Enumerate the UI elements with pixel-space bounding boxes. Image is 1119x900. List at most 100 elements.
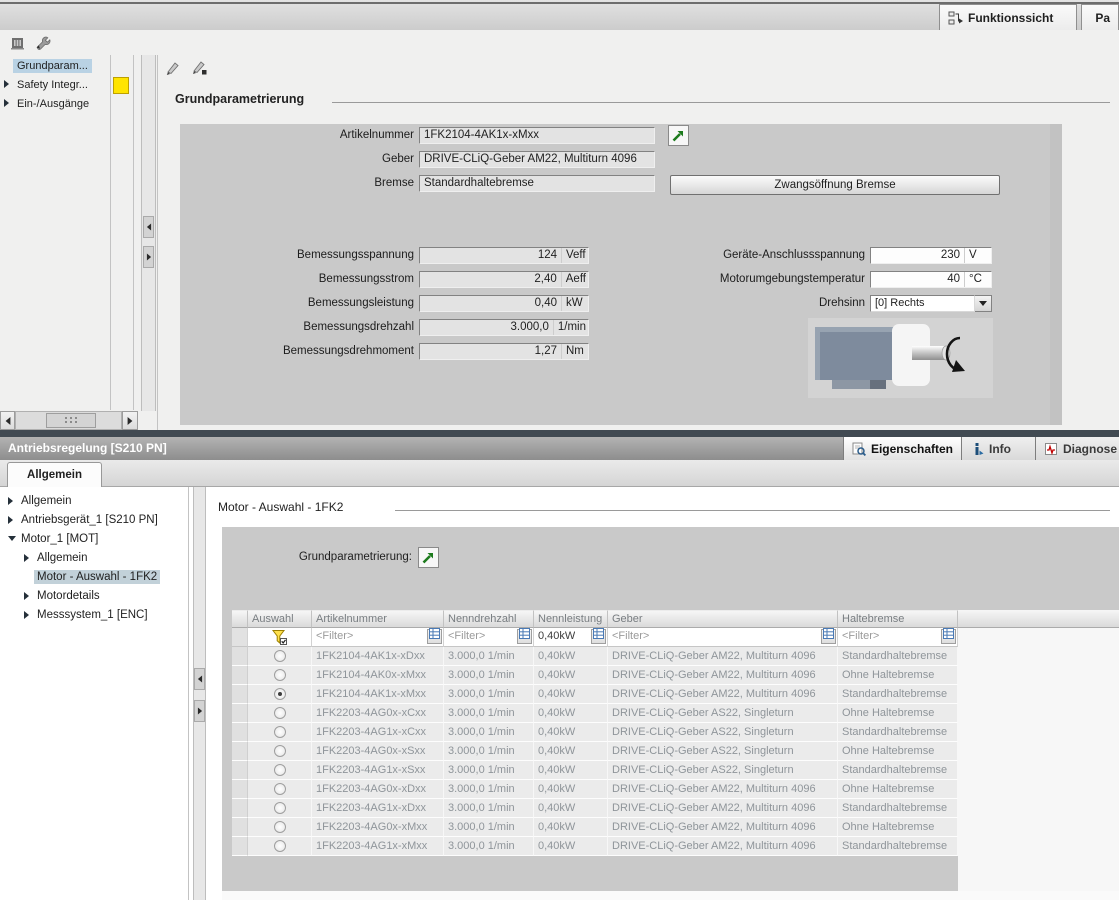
tree-arrow-icon[interactable] <box>24 592 34 600</box>
table-row[interactable]: 1FK2104-4AK1x-xDxx3.000,0 1/min0,40kWDRI… <box>232 647 958 666</box>
rated-value-value-box[interactable]: 2,40Aeff <box>419 271 589 288</box>
field-value-box[interactable]: DRIVE-CLiQ-Geber AM22, Multiturn 4096 <box>419 151 655 168</box>
cell-auswahl[interactable] <box>248 647 312 666</box>
cell-auswahl[interactable] <box>248 723 312 742</box>
tab-parametersicht[interactable]: Pa <box>1081 4 1119 30</box>
inspector-splitter[interactable] <box>193 487 206 900</box>
function-nav-splitter[interactable] <box>141 55 156 411</box>
inspector-tree-item[interactable]: Messsystem_1 [ENC] <box>0 605 188 624</box>
expand-arrow-icon[interactable] <box>4 98 13 110</box>
jump-to-parameter-button[interactable] <box>668 125 689 146</box>
column-header-auswahl[interactable]: Auswahl <box>248 610 312 628</box>
table-row[interactable]: 1FK2203-4AG1x-xMxx3.000,0 1/min0,40kWDRI… <box>232 837 958 856</box>
wrench-icon[interactable] <box>34 34 52 52</box>
table-row[interactable]: 1FK2203-4AG1x-xSxx3.000,0 1/min0,40kWDRI… <box>232 761 958 780</box>
edit-pencil-square-icon[interactable] <box>190 58 208 76</box>
motor-select-radio[interactable] <box>274 764 286 776</box>
scroll-left-button[interactable] <box>0 411 15 430</box>
inspector-tree-item[interactable]: Motordetails <box>0 586 188 605</box>
filter-list-button[interactable] <box>427 629 442 644</box>
rated-value-value-box[interactable]: 1,27Nm <box>419 343 589 360</box>
cell-auswahl[interactable] <box>248 704 312 723</box>
column-header-nennleistung[interactable]: Nennleistung <box>534 610 608 628</box>
rated-value-value-box[interactable]: 3.000,01/min <box>419 319 589 336</box>
filter-haltebremse[interactable]: <Filter> <box>838 628 958 647</box>
inspector-tree-item[interactable]: Motor - Auswahl - 1FK2 <box>0 567 188 586</box>
jump-to-grundparametrierung-button[interactable] <box>418 547 439 568</box>
tree-arrow-icon[interactable] <box>8 536 18 541</box>
tab-allgemein[interactable]: Allgemein <box>7 462 102 487</box>
motor-select-radio[interactable] <box>274 821 286 833</box>
motor-select-radio[interactable] <box>274 726 286 738</box>
motor-select-radio[interactable] <box>274 688 286 700</box>
filter-list-button[interactable] <box>821 629 836 644</box>
cell-auswahl[interactable] <box>248 761 312 780</box>
tree-arrow-icon[interactable] <box>24 611 34 619</box>
expand-tree-button[interactable] <box>194 700 205 722</box>
cell-auswahl[interactable] <box>248 685 312 704</box>
function-nav-item[interactable]: Grundparam... <box>0 56 110 75</box>
function-nav-item[interactable]: Ein-/Ausgänge <box>0 94 110 113</box>
motor-select-radio[interactable] <box>274 707 286 719</box>
filter-list-button[interactable] <box>941 629 956 644</box>
cell-auswahl[interactable] <box>248 818 312 837</box>
drehsinn-dropdown-button[interactable] <box>975 295 992 312</box>
inspector-tree-item[interactable]: Allgemein <box>0 491 188 510</box>
tab-diagnose[interactable]: Diagnose <box>1035 437 1119 460</box>
setting-value-value-box[interactable]: 230V <box>870 247 992 264</box>
drehsinn-dropdown[interactable]: [0] Rechts <box>870 295 992 312</box>
pane-divider[interactable] <box>0 430 1119 437</box>
motor-select-radio[interactable] <box>274 650 286 662</box>
tab-funktionssicht[interactable]: Funktionssicht <box>939 4 1077 30</box>
scrollbar-thumb[interactable] <box>46 413 96 428</box>
brake-force-open-button[interactable]: Zwangsöffnung Bremse <box>670 175 1000 195</box>
filter-artikelnummer[interactable]: <Filter> <box>312 628 444 647</box>
rated-value-value-box[interactable]: 0,40kW <box>419 295 589 312</box>
table-row[interactable]: 1FK2203-4AG0x-xCxx3.000,0 1/min0,40kWDRI… <box>232 704 958 723</box>
inspector-tree-item[interactable]: Antriebsgerät_1 [S210 PN] <box>0 510 188 529</box>
motor-select-radio[interactable] <box>274 840 286 852</box>
scrollbar-track[interactable] <box>15 411 122 430</box>
tab-info[interactable]: Info <box>961 437 1035 460</box>
motor-select-radio[interactable] <box>274 745 286 757</box>
cell-auswahl[interactable] <box>248 799 312 818</box>
table-row[interactable]: 1FK2104-4AK0x-xMxx3.000,0 1/min0,40kWDRI… <box>232 666 958 685</box>
rated-value-value-box[interactable]: 124Veff <box>419 247 589 264</box>
cell-auswahl[interactable] <box>248 837 312 856</box>
table-row[interactable]: 1FK2203-4AG0x-xSxx3.000,0 1/min0,40kWDRI… <box>232 742 958 761</box>
edit-pencil-icon[interactable] <box>163 58 181 76</box>
table-row[interactable]: 1FK2203-4AG0x-xDxx3.000,0 1/min0,40kWDRI… <box>232 780 958 799</box>
cell-auswahl[interactable] <box>248 780 312 799</box>
collapse-tree-button[interactable] <box>194 668 205 690</box>
column-header-haltebremse[interactable]: Haltebremse <box>838 610 958 628</box>
table-row[interactable]: 1FK2203-4AG0x-xMxx3.000,0 1/min0,40kWDRI… <box>232 818 958 837</box>
motor-select-radio[interactable] <box>274 669 286 681</box>
expand-right-button[interactable] <box>143 246 154 268</box>
tree-arrow-icon[interactable] <box>8 497 18 505</box>
inspector-tree-item[interactable]: Allgemein <box>0 548 188 567</box>
motor-select-radio[interactable] <box>274 802 286 814</box>
tab-eigenschaften[interactable]: Eigenschaften <box>843 437 961 460</box>
function-nav-item[interactable]: Safety Integr... <box>0 75 110 94</box>
device-rack-icon[interactable] <box>8 34 26 52</box>
tree-arrow-icon[interactable] <box>24 554 34 562</box>
scroll-right-button[interactable] <box>122 411 138 430</box>
filter-nennleistung[interactable]: 0,40kW <box>534 628 608 647</box>
motor-select-radio[interactable] <box>274 783 286 795</box>
setting-value-value-box[interactable]: 40°C <box>870 271 992 288</box>
table-row[interactable]: 1FK2203-4AG1x-xCxx3.000,0 1/min0,40kWDRI… <box>232 723 958 742</box>
field-value-box[interactable]: 1FK2104-4AK1x-xMxx <box>419 127 655 144</box>
column-header-geber[interactable]: Geber <box>608 610 838 628</box>
collapse-left-button[interactable] <box>143 216 154 238</box>
column-header-artikelnummer[interactable]: Artikelnummer <box>312 610 444 628</box>
inspector-tree-item[interactable]: Motor_1 [MOT] <box>0 529 188 548</box>
table-row[interactable]: 1FK2104-4AK1x-xMxx3.000,0 1/min0,40kWDRI… <box>232 685 958 704</box>
expand-arrow-icon[interactable] <box>4 79 13 91</box>
cell-auswahl[interactable] <box>248 666 312 685</box>
filter-list-button[interactable] <box>517 629 532 644</box>
filter-geber[interactable]: <Filter> <box>608 628 838 647</box>
field-value-box[interactable]: Standardhaltebremse <box>419 175 655 192</box>
tree-arrow-icon[interactable] <box>8 516 18 524</box>
table-row[interactable]: 1FK2203-4AG1x-xDxx3.000,0 1/min0,40kWDRI… <box>232 799 958 818</box>
column-header-nenndrehzahl[interactable]: Nenndrehzahl <box>444 610 534 628</box>
